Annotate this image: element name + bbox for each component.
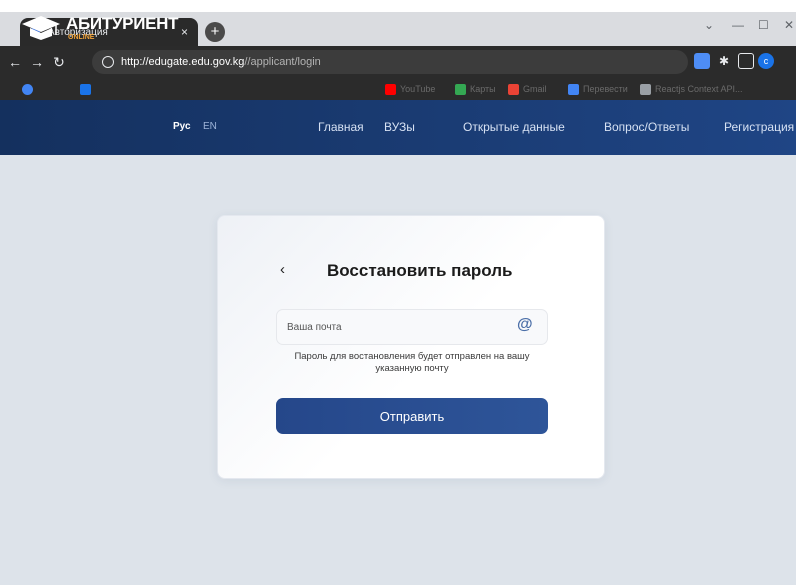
nav-faq[interactable]: Вопрос/Ответы bbox=[604, 120, 689, 134]
bookmark-gmail[interactable]: Gmail bbox=[508, 82, 547, 96]
browser-toolbar: ← → ↻ http://edugate.edu.gov.kg//applica… bbox=[0, 46, 796, 78]
logo-text: АБИТУРИЕНТ bbox=[66, 14, 179, 33]
bookmark-react[interactable]: Reactjs Context API... bbox=[640, 82, 743, 96]
page-title: Восстановить пароль bbox=[327, 261, 513, 280]
submit-button[interactable]: Отправить bbox=[276, 398, 548, 434]
lang-en[interactable]: EN bbox=[203, 121, 217, 132]
forward-arrow-icon[interactable]: → bbox=[26, 54, 48, 70]
search-icon bbox=[80, 83, 91, 95]
nav-open-data[interactable]: Открытые данные bbox=[463, 120, 565, 134]
bookmark-label: Gmail bbox=[523, 84, 547, 94]
bookmark-label: Карты bbox=[470, 84, 496, 94]
bookmark-youtube[interactable]: YouTube bbox=[385, 82, 435, 96]
address-bar[interactable]: http://edugate.edu.gov.kg//applicant/log… bbox=[92, 50, 688, 74]
recovery-hint: Пароль для востановления будет отправлен… bbox=[294, 351, 530, 374]
maps-icon bbox=[455, 83, 466, 95]
translate-icon bbox=[568, 83, 579, 95]
side-panel-icon[interactable] bbox=[738, 53, 754, 69]
graduation-cap-icon bbox=[22, 16, 60, 40]
back-arrow-icon[interactable]: ← bbox=[4, 54, 26, 70]
site-logo[interactable]: АБИТУРИЕНТ ONLINE bbox=[22, 10, 179, 46]
new-tab-button[interactable]: + bbox=[205, 22, 225, 42]
bookmark-label: Перевести bbox=[583, 84, 628, 94]
bookmark-1[interactable] bbox=[22, 82, 37, 96]
extension-icon[interactable] bbox=[694, 53, 710, 69]
back-chevron-icon[interactable]: ‹ bbox=[280, 261, 285, 278]
url-path: //applicant/login bbox=[244, 56, 321, 68]
logo-subtitle: ONLINE bbox=[68, 34, 95, 41]
youtube-icon bbox=[385, 83, 396, 95]
bookmark-label: Reactjs Context API... bbox=[655, 84, 743, 94]
maximize-icon[interactable]: ☐ bbox=[758, 18, 769, 32]
bookmark-maps[interactable]: Карты bbox=[455, 82, 496, 96]
profile-avatar[interactable]: c bbox=[758, 53, 774, 69]
reload-icon[interactable]: ↻ bbox=[48, 54, 70, 71]
bookmark-translate[interactable]: Перевести bbox=[568, 82, 628, 96]
minimize-icon[interactable]: — bbox=[732, 18, 744, 32]
close-tab-icon[interactable]: × bbox=[181, 25, 188, 39]
bookmark-2[interactable] bbox=[80, 82, 95, 96]
close-window-icon[interactable]: ✕ bbox=[784, 18, 794, 32]
site-info-icon[interactable] bbox=[102, 56, 114, 68]
at-sign-icon: @ bbox=[517, 316, 533, 333]
nav-home[interactable]: Главная bbox=[318, 120, 364, 134]
nav-universities[interactable]: ВУЗы bbox=[384, 120, 415, 134]
tab-search-icon[interactable]: ⌄ bbox=[704, 18, 714, 32]
bookmark-label: YouTube bbox=[400, 84, 436, 94]
email-field[interactable] bbox=[276, 309, 548, 345]
page-icon bbox=[640, 83, 651, 95]
nav-registration[interactable]: Регистрация bbox=[724, 120, 794, 134]
bookmark-1-icon bbox=[22, 83, 33, 95]
gmail-icon bbox=[508, 83, 519, 95]
password-recovery-card bbox=[217, 215, 605, 479]
url-host: http://edugate.edu.gov.kg bbox=[121, 56, 245, 68]
puzzle-icon[interactable]: ✱ bbox=[716, 53, 732, 69]
lang-ru[interactable]: Рус bbox=[173, 121, 191, 132]
